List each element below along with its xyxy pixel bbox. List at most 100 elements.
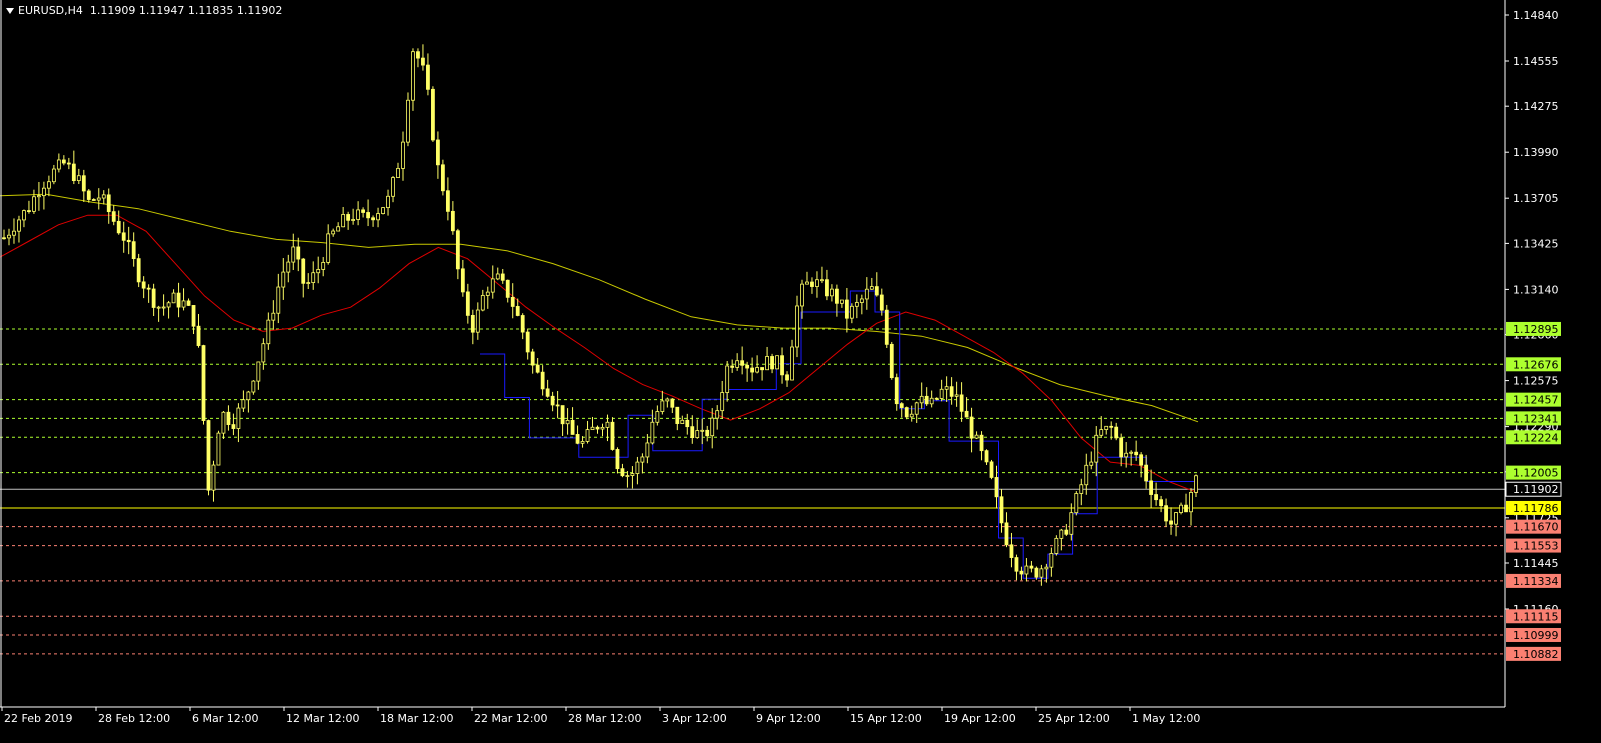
chart-window[interactable]: 1.14840 1.14555 1.14275 1.13990 1.13705 1.134… (0, 0, 1601, 743)
candle-body (944, 386, 949, 390)
candle-body (1019, 570, 1024, 575)
candle-body (131, 241, 136, 260)
candle-body (879, 294, 884, 311)
candle-body (1154, 494, 1159, 501)
candle-body (480, 295, 485, 311)
candle-body (864, 288, 869, 300)
candle-body (221, 411, 226, 434)
candle-body (770, 356, 774, 370)
candle-body (61, 159, 66, 164)
candle-body (121, 232, 126, 241)
x-tick-label: 18 Mar 12:00 (380, 712, 453, 725)
candle-body (426, 64, 430, 90)
candle-body (181, 300, 186, 308)
candle-body (974, 434, 979, 439)
price-chart[interactable]: 1.14840 1.14555 1.14275 1.13990 1.13705 1.134… (0, 0, 1601, 743)
candle-body (421, 57, 425, 66)
candle-body (815, 279, 819, 287)
candle-body (904, 407, 909, 418)
candle-body (735, 360, 740, 368)
candle-body (111, 211, 116, 222)
candle-body (560, 405, 565, 425)
x-tick-label: 28 Feb 12:00 (98, 712, 170, 725)
candle-body (91, 199, 96, 201)
candle-body (17, 219, 21, 232)
candle-body (775, 355, 779, 370)
chart-title-bar[interactable]: EURUSD,H4 1.11909 1.11947 1.11835 1.1190… (6, 4, 282, 17)
level-label: 1.12895 (1513, 323, 1559, 336)
candle-body (341, 214, 346, 228)
candle-body (550, 395, 555, 406)
candle-body (1014, 557, 1019, 572)
candle-body (939, 388, 944, 399)
level-labels: 1.12895 1.12676 1.12457 1.12341 1.12224 1.120… (1505, 321, 1562, 661)
candle-body (101, 194, 106, 199)
level-label: 1.11786 (1513, 502, 1559, 515)
candle-body (251, 380, 256, 393)
candle-body (1134, 451, 1139, 456)
candle-body (1119, 437, 1124, 458)
candle-body (720, 392, 725, 412)
candle-body (296, 246, 301, 260)
candle-body (725, 365, 730, 393)
candle-body (1009, 544, 1014, 558)
candle-body (565, 420, 570, 425)
candle-body (1099, 429, 1104, 436)
candle-body (411, 51, 415, 101)
time-axis: 22 Feb 2019 28 Feb 12:00 6 Mar 12:00 12 Mar… (1, 707, 1200, 725)
level-label: 1.10882 (1513, 648, 1559, 661)
candle-body (366, 212, 370, 219)
candle-body (216, 432, 221, 466)
candle-body (1184, 504, 1188, 513)
candle-body (919, 395, 924, 404)
candle-body (1049, 553, 1054, 568)
candle-body (301, 258, 306, 284)
candle-body (760, 367, 764, 371)
candle-body (1149, 480, 1154, 495)
ma-slow-line (0, 193, 1199, 423)
dropdown-triangle-icon[interactable] (6, 8, 14, 14)
candle-body (1189, 491, 1193, 513)
candle-body (361, 209, 365, 213)
candle-body (645, 442, 650, 458)
candle-body (236, 407, 241, 429)
candle-body (505, 279, 510, 298)
candle-body (291, 246, 296, 263)
candle-body (201, 345, 206, 421)
candle-body (600, 426, 605, 430)
candle-body (331, 230, 336, 235)
candle-body (465, 291, 470, 316)
candle-body (730, 365, 735, 368)
candle-body (630, 473, 635, 476)
candle-body (934, 397, 939, 400)
y-tick-label: 1.11445 (1513, 557, 1559, 570)
candle-body (1124, 452, 1129, 458)
candle-body (924, 395, 929, 405)
candle-body (800, 283, 804, 307)
candle-body (790, 346, 794, 381)
candle-body (1129, 451, 1134, 454)
candle-body (954, 394, 959, 397)
candle-body (391, 177, 395, 197)
candle-body (351, 219, 356, 221)
candle-body (700, 429, 705, 432)
candle-body (894, 377, 899, 405)
candle-body (37, 195, 41, 198)
candle-body (909, 413, 914, 418)
ma-fast-line (0, 214, 1199, 494)
chart-symbol: EURUSD,H4 (18, 4, 83, 17)
candle-body (715, 410, 720, 419)
candle-body (460, 268, 465, 293)
candle-body (161, 306, 166, 309)
candle-body (455, 230, 460, 270)
candle-body (670, 398, 675, 408)
candle-body (620, 468, 625, 477)
candle-body (820, 279, 824, 282)
candle-body (580, 441, 585, 444)
candle-body (7, 234, 11, 239)
candle-body (1174, 512, 1178, 525)
candle-body (1094, 434, 1099, 463)
y-tick-label: 1.13990 (1513, 146, 1559, 159)
candle-body (22, 210, 26, 221)
candle-body (346, 214, 351, 221)
